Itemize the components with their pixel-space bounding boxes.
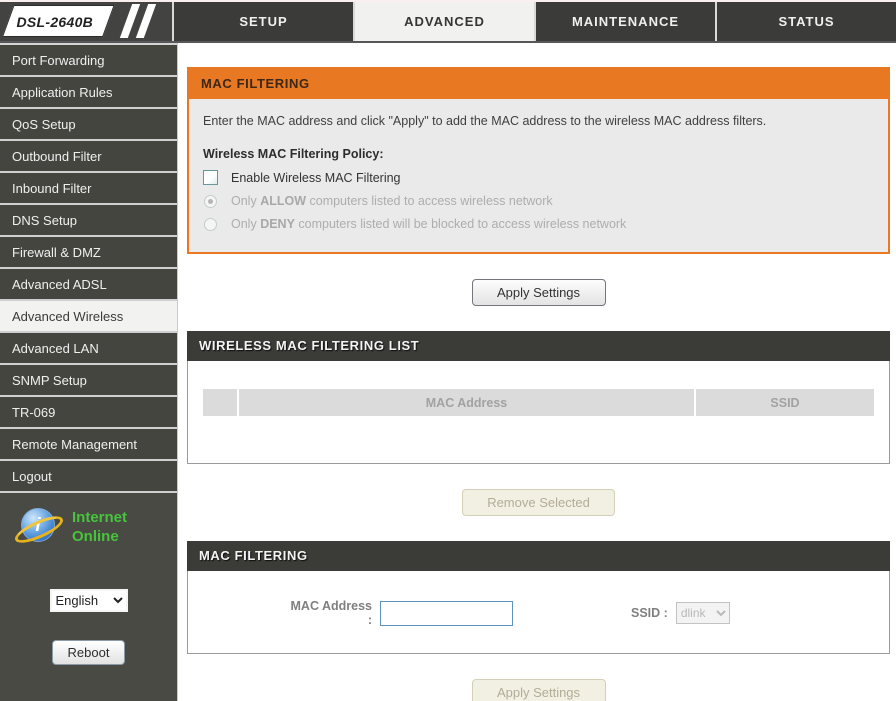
- sidebar-item-snmp-setup[interactable]: SNMP Setup: [0, 365, 177, 397]
- logo-stripe-icon: [136, 4, 156, 38]
- ssid-column-header: SSID: [696, 389, 874, 416]
- sidebar-item-qos-setup[interactable]: QoS Setup: [0, 109, 177, 141]
- sidebar-item-inbound-filter[interactable]: Inbound Filter: [0, 173, 177, 205]
- panel-title: MAC FILTERING: [189, 69, 888, 99]
- sidebar-item-advanced-adsl[interactable]: Advanced ADSL: [0, 269, 177, 301]
- enable-mac-filtering-checkbox[interactable]: [203, 170, 218, 185]
- router-admin-page: DSL-2640B SETUPADVANCEDMAINTENANCESTATUS…: [0, 0, 896, 701]
- allow-option-row: Only ALLOW computers listed to access wi…: [204, 194, 876, 208]
- sidebar-item-advanced-lan[interactable]: Advanced LAN: [0, 333, 177, 365]
- deny-option-label: Only DENY computers listed will be block…: [231, 217, 626, 231]
- select-column-header: [203, 389, 237, 416]
- mac-address-input[interactable]: [380, 601, 513, 626]
- enable-mac-filtering-row: Enable Wireless MAC Filtering: [203, 170, 876, 185]
- internet-status-line1: Internet: [72, 508, 127, 527]
- wireless-mac-filtering-list-panel: WIRELESS MAC FILTERING LIST MAC Address …: [187, 331, 890, 464]
- tab-setup[interactable]: SETUP: [174, 2, 353, 41]
- bottom-apply-settings-row: Apply Settings: [187, 679, 890, 701]
- mac-filtering-description: Enter the MAC address and click "Apply" …: [203, 114, 876, 128]
- deny-radio: [204, 218, 217, 231]
- table-header-row: MAC Address SSID: [203, 389, 874, 416]
- bottom-apply-settings-button[interactable]: Apply Settings: [472, 679, 606, 701]
- internet-globe-icon: i: [16, 505, 62, 549]
- deny-option-row: Only DENY computers listed will be block…: [204, 217, 876, 231]
- tab-status[interactable]: STATUS: [717, 2, 896, 41]
- allow-option-label: Only ALLOW computers listed to access wi…: [231, 194, 553, 208]
- panel-title: WIRELESS MAC FILTERING LIST: [187, 331, 890, 361]
- reboot-button[interactable]: Reboot: [52, 640, 126, 665]
- mac-filtering-table: MAC Address SSID: [201, 387, 876, 418]
- remove-selected-row: Remove Selected: [187, 489, 890, 516]
- sidebar-item-tr-069[interactable]: TR-069: [0, 397, 177, 429]
- model-name: DSL-2640B: [16, 6, 93, 38]
- add-filter-form-row: MAC Address : SSID : dlink: [188, 599, 889, 627]
- sidebar-item-outbound-filter[interactable]: Outbound Filter: [0, 141, 177, 173]
- apply-settings-button[interactable]: Apply Settings: [472, 279, 606, 306]
- content-area: MAC FILTERING Enter the MAC address and …: [178, 43, 896, 701]
- policy-heading: Wireless MAC Filtering Policy:: [203, 147, 876, 161]
- sidebar-item-application-rules[interactable]: Application Rules: [0, 77, 177, 109]
- sidebar-item-dns-setup[interactable]: DNS Setup: [0, 205, 177, 237]
- brand-logo-area: DSL-2640B: [0, 2, 172, 41]
- panel-title: MAC FILTERING: [187, 541, 890, 571]
- top-navigation-bar: DSL-2640B SETUPADVANCEDMAINTENANCESTATUS: [0, 2, 896, 41]
- add-mac-filter-panel: MAC FILTERING MAC Address : SSID : dlink: [187, 541, 890, 654]
- sidebar-item-firewall-dmz[interactable]: Firewall & DMZ: [0, 237, 177, 269]
- mac-filtering-policy-panel: MAC FILTERING Enter the MAC address and …: [187, 67, 890, 254]
- sidebar-item-logout[interactable]: Logout: [0, 461, 177, 493]
- tab-maintenance[interactable]: MAINTENANCE: [536, 2, 715, 41]
- sidebar-menu: Port ForwardingApplication RulesQoS Setu…: [0, 43, 177, 493]
- reboot-row: Reboot: [0, 640, 177, 665]
- sidebar-item-remote-management[interactable]: Remote Management: [0, 429, 177, 461]
- nav-tabs: SETUPADVANCEDMAINTENANCESTATUS: [174, 2, 896, 41]
- model-logo: DSL-2640B: [2, 5, 114, 37]
- main-layout: Port ForwardingApplication RulesQoS Setu…: [0, 41, 896, 701]
- mac-address-column-header: MAC Address: [239, 389, 694, 416]
- remove-selected-button[interactable]: Remove Selected: [462, 489, 615, 516]
- mac-address-label: MAC Address :: [284, 599, 372, 627]
- internet-status: i Internet Online: [0, 505, 177, 549]
- tab-advanced[interactable]: ADVANCED: [355, 2, 534, 41]
- sidebar: Port ForwardingApplication RulesQoS Setu…: [0, 43, 178, 701]
- sidebar-item-advanced-wireless[interactable]: Advanced Wireless: [0, 301, 177, 333]
- language-row: English: [0, 589, 177, 612]
- language-select[interactable]: English: [50, 589, 128, 612]
- internet-status-text: Internet Online: [72, 508, 127, 546]
- sidebar-item-port-forwarding[interactable]: Port Forwarding: [0, 45, 177, 77]
- apply-settings-row: Apply Settings: [187, 279, 890, 306]
- allow-radio: [204, 195, 217, 208]
- ssid-label: SSID :: [631, 606, 668, 620]
- internet-status-line2: Online: [72, 527, 127, 546]
- ssid-select: dlink: [676, 602, 730, 624]
- enable-mac-filtering-label: Enable Wireless MAC Filtering: [231, 171, 401, 185]
